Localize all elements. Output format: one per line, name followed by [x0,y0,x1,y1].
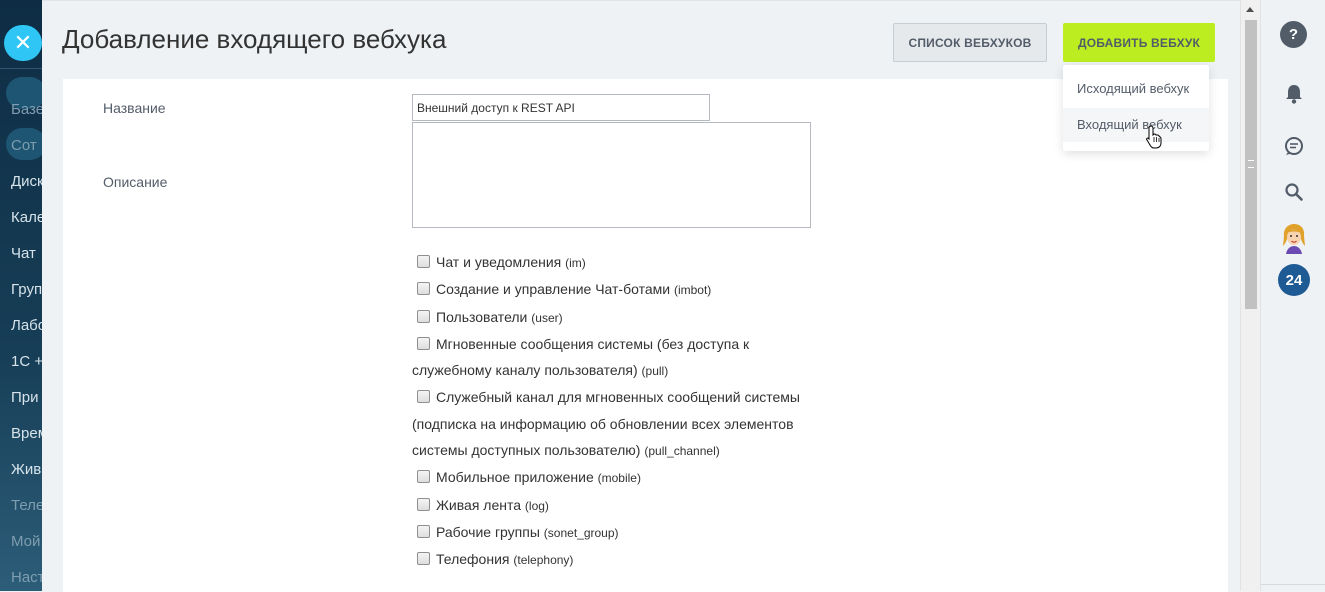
sidebar-item-2[interactable]: Сот [11,137,37,154]
close-slider-button[interactable]: ✕ [4,25,42,61]
sidebar-divider [0,68,42,69]
scope-item-telephony: Телефония (telephony) [412,546,802,573]
scope-code: (pull_channel) [644,444,720,459]
description-label: Описание [103,174,168,190]
scope-item-sonet-group: Рабочие группы (sonet_group) [412,519,802,546]
bitrix24-logo-icon[interactable]: 24 [1278,264,1310,296]
scope-code: (sonet_group) [543,525,619,540]
scope-item-pull-channel: Служебный канал для мгновенных сообщений… [412,384,802,464]
scope-checkbox[interactable] [417,309,430,323]
scope-label: Создание и управление Чат-ботами [436,281,671,298]
sidebar-item-8[interactable]: 1С + [11,353,42,370]
sidebar-item-14[interactable]: Наст [11,569,42,586]
scope-checkbox[interactable] [417,255,430,268]
sidebar-item-3[interactable]: Диск [11,173,42,190]
scope-item-im: Чат и уведомления (im) [412,249,802,276]
scope-checkbox[interactable] [417,524,430,538]
scope-code: (im) [565,256,586,270]
scope-item-log: Живая лента (log) [412,492,802,519]
scope-item-mobile: Мобильное приложение (mobile) [412,464,802,491]
right-toolbar: ? 24 [1260,0,1325,591]
sidebar-item-13[interactable]: Мой [11,533,40,550]
chat-icon[interactable] [1279,131,1308,160]
scope-checkbox[interactable] [417,282,430,296]
webhook-list-button[interactable]: СПИСОК ВЕБХУКОВ [893,23,1047,62]
sidebar-item-6[interactable]: Груп [11,281,42,298]
scope-checkbox[interactable] [417,390,430,404]
page-title: Добавление входящего вебхука [62,24,447,54]
menu-item-incoming-webhook[interactable]: Входящий вебхук [1063,108,1209,142]
sidebar-item-1[interactable]: Базе [11,101,42,118]
page-scrollbar[interactable] [1240,0,1260,591]
sidebar-item-4[interactable]: Кале [11,209,42,226]
description-textarea[interactable] [412,122,811,228]
scope-label: Живая лента [436,496,522,513]
scrollbar-grip-icon [1248,160,1254,168]
search-icon[interactable] [1279,177,1308,206]
scope-code: (mobile) [597,471,641,486]
scope-checkbox[interactable] [417,470,430,484]
scope-code: (imbot) [673,283,712,298]
scope-code: (user) [531,310,563,325]
scope-code: (pull) [641,364,669,379]
scope-label: Чат и уведомления [436,254,562,270]
user-avatar[interactable] [1278,222,1310,254]
scope-checkbox[interactable] [417,552,430,566]
webhook-form: Название Описание Чат и уведомления (im)… [63,79,1228,592]
scope-code: (log) [524,498,549,513]
left-sidebar: ✕ Базе Сот Диск Кале Чат Груп Лабо 1С + … [0,0,42,591]
scope-list: Чат и уведомления (im) Создание и управл… [412,249,802,574]
add-webhook-dropdown: Исходящий вебхук Входящий вебхук [1063,65,1209,151]
scope-label: Рабочие группы [436,523,540,540]
name-label: Название [103,100,166,116]
scope-checkbox[interactable] [417,497,430,511]
sidebar-item-12[interactable]: Теле [11,497,42,514]
scope-label: Телефония [436,551,510,568]
scope-label: Пользователи [436,308,528,325]
menu-item-outgoing-webhook[interactable]: Исходящий вебхук [1063,72,1209,106]
scope-item-imbot: Создание и управление Чат-ботами (imbot) [412,276,802,303]
scope-label: Мгновенные сообщения системы (без доступ… [412,335,750,379]
toolbar-divider [1261,584,1325,585]
scroll-up-arrow-icon[interactable] [1246,7,1254,12]
sidebar-item-9[interactable]: При [11,389,39,406]
sidebar-item-10[interactable]: Врем [11,425,42,442]
scope-item-pull: Мгновенные сообщения системы (без доступ… [412,331,802,385]
hand-cursor-icon [1146,125,1162,149]
name-input[interactable] [412,94,710,121]
sidebar-item-7[interactable]: Лабо [11,317,42,334]
webhook-slider-panel: Добавление входящего вебхука СПИСОК ВЕБХ… [42,0,1260,592]
sidebar-item-11[interactable]: Жив [11,461,41,478]
scope-label: Мобильное приложение [436,469,594,486]
scope-checkbox[interactable] [417,336,430,350]
scope-label: Служебный канал для мгновенных сообщений… [412,389,800,459]
scope-code: (telephony) [513,553,574,568]
sidebar-item-5[interactable]: Чат [11,245,36,262]
add-webhook-button[interactable]: ДОБАВИТЬ ВЕБХУК [1063,23,1215,62]
help-icon[interactable]: ? [1280,21,1307,48]
notifications-bell-icon[interactable] [1279,79,1308,108]
scope-item-user: Пользователи (user) [412,304,802,331]
